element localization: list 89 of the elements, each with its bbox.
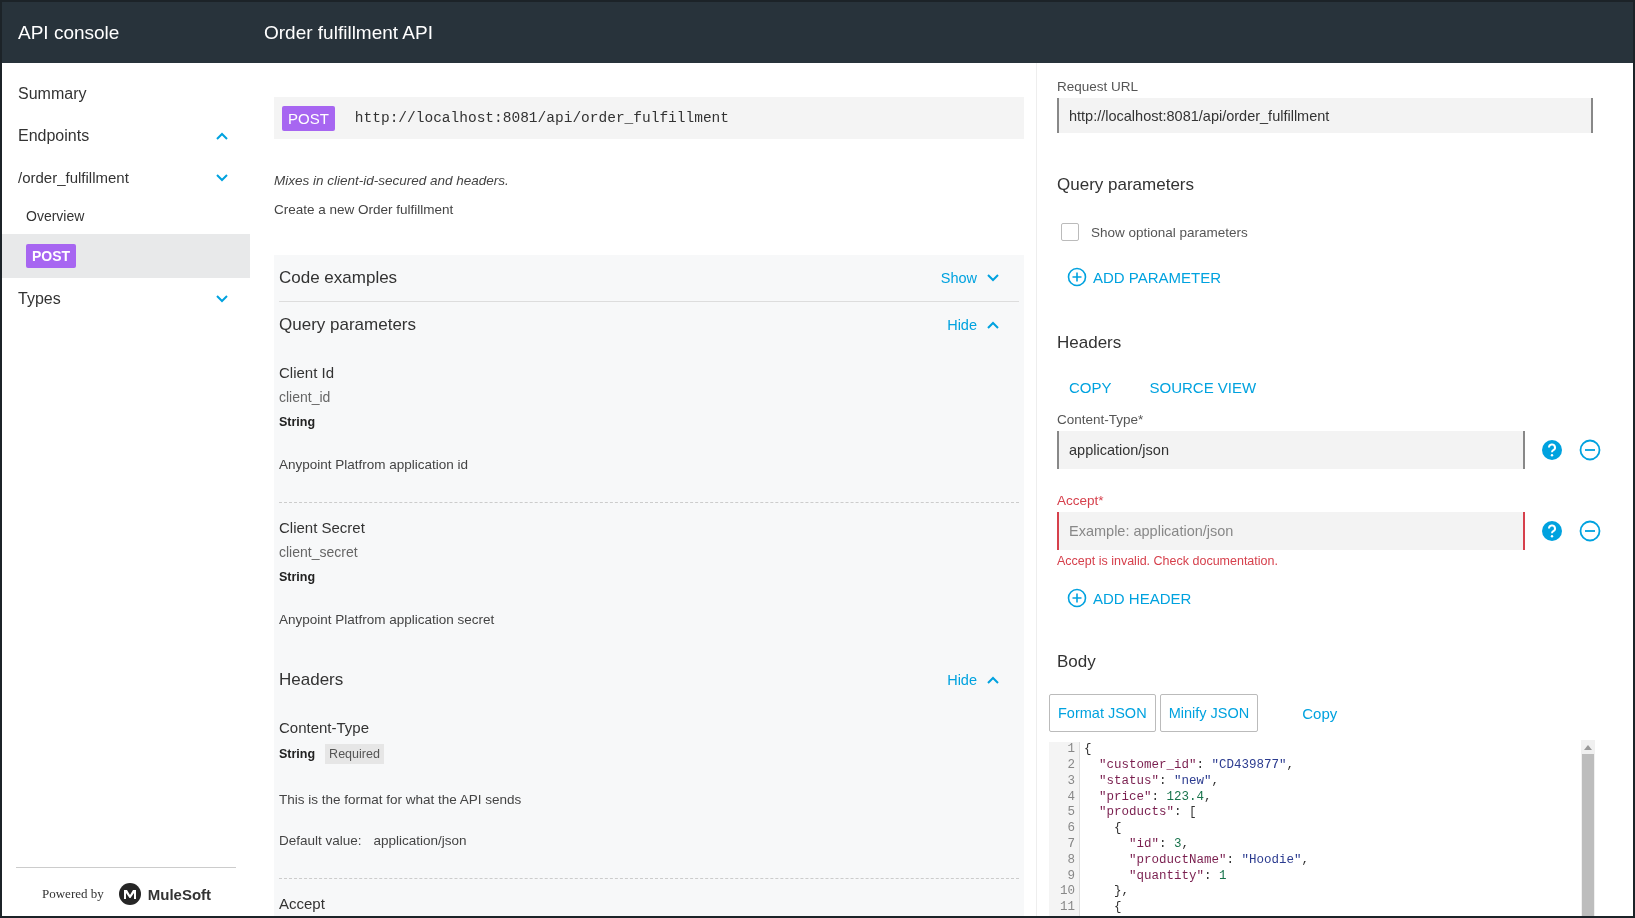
scroll-up-arrow-icon[interactable] (1584, 744, 1592, 751)
default-value-label: Default value: (279, 833, 362, 848)
parameter-key: client_id (279, 389, 1019, 405)
endpoint-url: http://localhost:8081/api/order_fulfillment (354, 110, 729, 126)
header-value-field[interactable]: Example: application/json (1057, 512, 1525, 551)
parameter-description: Anypoint Platfrom application secret (279, 612, 496, 627)
add-parameter-button[interactable]: ADD PARAMETER (1057, 267, 1222, 288)
code-line: }, (1113, 884, 1129, 901)
parameter-type: String (279, 570, 316, 584)
line-number: 1 (1049, 742, 1080, 759)
nav-item[interactable]: Overview (2, 198, 250, 234)
app-title: API console (17, 21, 121, 44)
code-line: "price": 123.4, (1098, 789, 1212, 806)
nav-item[interactable]: POST (2, 234, 250, 278)
nav-group-label[interactable]: /order_fulfillment (18, 169, 129, 186)
brand-name: MuleSoft (147, 885, 212, 903)
header-field-label: Content-Type* (1057, 412, 1144, 428)
code-line: "productName": "Hoodie", (1128, 852, 1310, 869)
code-line: "customer_id": "CD439877", (1098, 758, 1295, 774)
chevron-down-icon[interactable] (216, 295, 228, 303)
code-line: { (1084, 742, 1092, 759)
header-field-label: Accept* (1057, 493, 1104, 509)
code-line: { (1113, 821, 1122, 837)
request-url-label: Request URL (1057, 79, 1139, 94)
line-number: 10 (1049, 884, 1080, 901)
help-icon[interactable] (1541, 520, 1563, 543)
line-number: 11 (1049, 900, 1080, 916)
section-title: Headers (279, 670, 344, 690)
line-number: 2 (1049, 758, 1080, 774)
body-format-button[interactable]: Format JSON (1049, 694, 1156, 733)
section-toggle[interactable]: Hide (947, 317, 1019, 333)
parameter-type: String (279, 415, 316, 429)
parameter-name: Client Secret (279, 519, 366, 536)
page-title: Order fulfillment API (263, 21, 433, 44)
section-title: Query parameters (279, 315, 416, 335)
endpoint-description: Create a new Order fulfillment (274, 202, 455, 217)
help-icon[interactable] (1541, 439, 1563, 462)
plus-circle-icon (1067, 588, 1087, 609)
code-line: "quantity": 1 (1128, 868, 1227, 885)
checkbox[interactable] (1061, 223, 1079, 242)
chevron-up-icon[interactable] (987, 321, 999, 329)
header-action-button[interactable]: COPY (1069, 379, 1112, 397)
nav-group-label[interactable]: Types (18, 290, 61, 308)
code-editor[interactable]: 1 { 2 "customer_id": "CD439877", 3 "status": "new", 4 "price": 123.4, 5 "products": [ 6 { 7 "id": 3, 8 "productName": "Hoodie", 9 "quantity": 1 10 }, 11 { (1049, 740, 1595, 916)
scrollbar[interactable] (1581, 740, 1595, 916)
method-badge: POST (282, 105, 335, 131)
request-url-field[interactable]: http://localhost:8081/api/order_fulfillment (1057, 98, 1593, 134)
chevron-down-icon[interactable] (987, 274, 999, 282)
header-action-button[interactable]: SOURCE VIEW (1149, 379, 1257, 397)
code-line: "products": [ (1098, 805, 1197, 822)
section-toggle[interactable]: Show (940, 270, 1019, 286)
add-header-button[interactable]: ADD HEADER (1057, 588, 1192, 609)
parameter-name: Client Id (279, 364, 336, 381)
plus-circle-icon (1067, 267, 1087, 288)
chevron-down-icon[interactable] (216, 173, 228, 182)
section-title: Body (1057, 652, 1096, 673)
error-message: Accept is invalid. Check documentation. (1057, 554, 1278, 569)
code-line: "id": 3, (1128, 837, 1190, 853)
line-number: 6 (1049, 821, 1080, 837)
parameter-key: client_secret (279, 544, 1019, 560)
parameter-description: Anypoint Platfrom application id (279, 457, 470, 472)
brand-logo-icon (117, 882, 142, 906)
section-title: Query parameters (1057, 175, 1194, 196)
chevron-up-icon[interactable] (987, 676, 999, 684)
nav-group-label[interactable]: Endpoints (18, 127, 90, 145)
method-badge: POST (26, 244, 77, 268)
line-number: 7 (1049, 837, 1080, 853)
section-toggle[interactable]: Hide (947, 672, 1019, 688)
remove-icon[interactable] (1579, 520, 1601, 543)
code-line: "status": "new", (1098, 773, 1220, 790)
nav-item[interactable]: Summary (2, 73, 250, 115)
body-format-button[interactable]: Minify JSON (1159, 694, 1259, 733)
parameter-description: This is the format for what the API sends (279, 792, 523, 807)
mixins-note: Mixes in client-id-secured and headers. (274, 173, 510, 188)
required-badge: Required (325, 744, 384, 764)
checkbox-label: Show optional parameters (1091, 224, 1248, 240)
header-value-field[interactable]: application/json (1057, 431, 1525, 470)
parameter-name: Accept (279, 895, 326, 912)
copy-button[interactable]: Copy (1302, 704, 1338, 722)
powered-by-text: Powered by (42, 886, 104, 902)
section-title: Code examples (279, 268, 398, 288)
remove-icon[interactable] (1579, 439, 1601, 462)
chevron-up-icon[interactable] (216, 132, 228, 140)
line-number: 5 (1049, 805, 1080, 822)
section-title: Headers (1057, 333, 1122, 354)
parameter-name: Content-Type (279, 719, 371, 736)
parameter-type: String (279, 747, 316, 761)
code-line: { (1113, 900, 1122, 916)
default-value: application/json (373, 833, 467, 848)
